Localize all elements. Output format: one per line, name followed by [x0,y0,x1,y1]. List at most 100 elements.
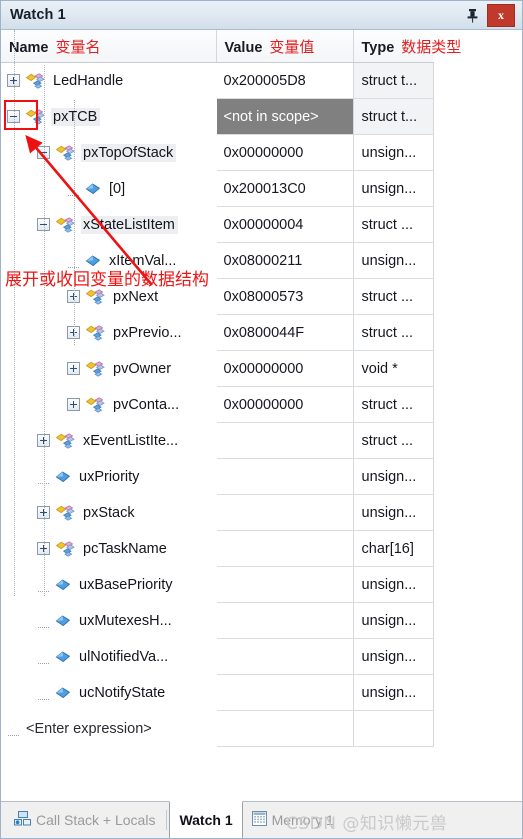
table-row[interactable]: [0] 0x200013C0 unsign... [1,170,434,207]
cell-type [353,710,434,747]
cell-name[interactable]: ucNotifyState [1,674,217,711]
table-row[interactable]: LedHandle 0x200005D8 struct t... [1,62,434,99]
cell-value[interactable]: 0x200013C0 [216,170,354,207]
expander-toggle[interactable] [37,542,50,555]
cell-name[interactable]: xStateListItem [1,206,217,243]
table-row[interactable]: pxNext 0x08000573 struct ... [1,278,434,315]
cell-value[interactable] [216,674,354,711]
cell-value[interactable]: 0x00000000 [216,386,354,423]
expander-toggle[interactable] [7,110,20,123]
cell-name[interactable]: LedHandle [1,62,217,99]
table-row[interactable]: xEventListIte... struct ... [1,422,434,459]
cell-name[interactable]: [0] [1,170,217,207]
row-type-label: struct ... [361,288,414,305]
expander-toggle[interactable] [67,398,80,411]
table-row[interactable]: pxStack unsign... [1,494,434,531]
cell-name[interactable]: uxPriority [1,458,217,495]
cell-type: struct ... [353,386,434,423]
cell-name[interactable]: pxStack [1,494,217,531]
pin-icon[interactable] [461,4,483,26]
cell-name[interactable]: xItemVal... [1,242,217,279]
cell-value[interactable] [216,494,354,531]
cell-name[interactable]: xEventListIte... [1,422,217,459]
cell-value[interactable]: 0x00000000 [216,134,354,171]
cell-name[interactable]: pvConta... [1,386,217,423]
table-row[interactable]: uxBasePriority unsign... [1,566,434,603]
row-type-label: unsign... [361,180,417,197]
row-type-label: struct t... [361,72,418,89]
cell-value[interactable]: 0x08000573 [216,278,354,315]
close-icon[interactable]: x [487,3,515,27]
cell-value[interactable] [216,422,354,459]
column-header-value[interactable]: Value 变量值 [216,30,354,63]
table-body: LedHandle 0x200005D8 struct t... pxTCB <not … [1,62,434,747]
bottom-tabbar: Call Stack + Locals Watch 1 Memory 1 CSD… [1,801,522,838]
row-type-label: struct ... [361,324,414,341]
cell-value[interactable]: <not in scope> [216,98,354,135]
cell-name[interactable]: <Enter expression> [1,710,217,747]
row-name-label: xItemVal... [109,252,177,269]
tab-watch-1-label: Watch 1 [179,812,233,828]
tab-call-stack-locals[interactable]: Call Stack + Locals [5,802,164,838]
cell-name[interactable]: pxNext [1,278,217,315]
cell-value[interactable]: 0x00000000 [216,350,354,387]
table-row[interactable]: pxPrevio... 0x0800044F struct ... [1,314,434,351]
table-row[interactable]: uxMutexesH... unsign... [1,602,434,639]
expander-toggle[interactable] [37,218,50,231]
table-row[interactable]: pxTopOfStack 0x00000000 unsign... [1,134,434,171]
expander-toggle[interactable] [67,326,80,339]
cell-type: unsign... [353,566,434,603]
cell-value[interactable] [216,710,354,747]
cell-name[interactable]: uxBasePriority [1,566,217,603]
row-name-label: uxMutexesH... [79,612,172,629]
cell-type: unsign... [353,458,434,495]
cell-value[interactable] [216,638,354,675]
column-header-value-annotation: 变量值 [269,37,315,56]
expander-toggle[interactable] [37,434,50,447]
cell-type: struct t... [353,98,434,135]
row-name-label: pxStack [83,504,135,521]
table-row[interactable]: uxPriority unsign... [1,458,434,495]
cell-name[interactable]: uxMutexesH... [1,602,217,639]
cell-name[interactable]: pvOwner [1,350,217,387]
table-row[interactable]: xStateListItem 0x00000004 struct ... [1,206,434,243]
row-type-label: unsign... [361,504,417,521]
column-header-name[interactable]: Name 变量名 [1,30,217,63]
cell-type: struct ... [353,278,434,315]
table-row[interactable]: ulNotifiedVa... unsign... [1,638,434,675]
cell-name[interactable]: pxTCB [1,98,217,135]
cell-name[interactable]: pcTaskName [1,530,217,567]
expander-toggle[interactable] [67,362,80,375]
cell-value[interactable] [216,458,354,495]
table-row[interactable]: pvOwner 0x00000000 void * [1,350,434,387]
table-row[interactable]: pxTCB <not in scope> struct t... [1,98,434,135]
row-name-label: uxPriority [79,468,140,485]
cell-name[interactable]: pxTopOfStack [1,134,217,171]
struct-icon [55,144,75,161]
table-row[interactable]: xItemVal... 0x08000211 unsign... [1,242,434,279]
cell-value[interactable]: 0x0800044F [216,314,354,351]
cell-value[interactable]: 0x00000004 [216,206,354,243]
cell-value[interactable]: 0x200005D8 [216,62,354,99]
cell-value[interactable] [216,566,354,603]
expander-toggle[interactable] [37,146,50,159]
expander-toggle[interactable] [7,74,20,87]
cell-value[interactable] [216,602,354,639]
cell-type: unsign... [353,638,434,675]
expander-toggle[interactable] [37,506,50,519]
row-type-label: unsign... [361,612,417,629]
table-row[interactable]: pcTaskName char[16] [1,530,434,567]
cell-name[interactable]: pxPrevio... [1,314,217,351]
tab-watch-1[interactable]: Watch 1 [169,801,243,838]
column-header-type[interactable]: Type 数据类型 [353,30,461,63]
cell-value[interactable] [216,530,354,567]
cell-type: void * [353,350,434,387]
struct-icon [25,108,45,125]
cell-value[interactable]: 0x08000211 [216,242,354,279]
expander-toggle[interactable] [67,290,80,303]
table-row[interactable]: ucNotifyState unsign... [1,674,434,711]
table-row[interactable]: <Enter expression> [1,710,434,747]
cell-name[interactable]: ulNotifiedVa... [1,638,217,675]
table-row[interactable]: pvConta... 0x00000000 struct ... [1,386,434,423]
header-row: Name 变量名 Value 变量值 Type 数据类型 [1,30,461,63]
